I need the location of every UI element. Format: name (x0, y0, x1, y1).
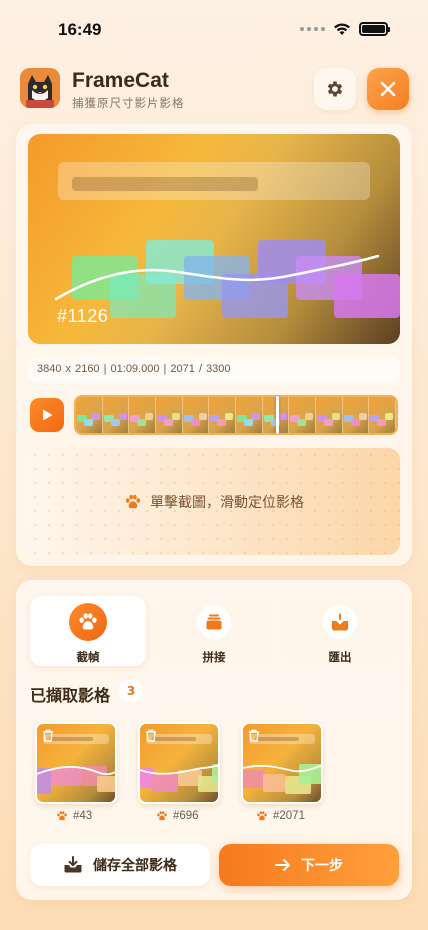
tool-label: 匯出 (328, 650, 352, 664)
captured-frame-thumb[interactable] (35, 722, 117, 804)
filmstrip-block (225, 413, 234, 420)
save-all-label: 儲存全部影格 (93, 858, 177, 874)
filmstrip-block (358, 413, 367, 420)
paw-icon (125, 494, 141, 508)
battery-icon (359, 22, 390, 36)
filmstrip-block (110, 419, 120, 426)
settings-button[interactable] (314, 68, 356, 110)
app-title: FrameCat (72, 69, 169, 92)
play-button[interactable] (30, 398, 64, 432)
paw-icon (57, 811, 67, 821)
next-step-label: 下一步 (301, 858, 343, 874)
signal-icon (300, 27, 325, 31)
captured-frame-thumb[interactable] (241, 722, 323, 804)
filmstrip-block (84, 419, 93, 426)
filmstrip-frame (236, 397, 263, 433)
arrow-right-icon (275, 859, 290, 871)
close-button[interactable] (367, 68, 409, 110)
filmstrip-block (198, 413, 207, 420)
paw-icon (157, 811, 167, 821)
captured-count-badge: 3 (119, 680, 143, 702)
filmstrip-block (172, 413, 181, 420)
gear-icon (327, 81, 343, 97)
frame-number: #43 (73, 810, 93, 822)
play-icon (43, 409, 53, 421)
next-step-button[interactable]: 下一步 (219, 844, 399, 886)
captured-frame-thumb[interactable] (138, 722, 220, 804)
filmstrip-block (278, 413, 287, 420)
captured-frame-label: #43 (56, 810, 92, 822)
filmstrip-frame (342, 397, 370, 433)
captured-frames-title: 已擷取影格 (30, 686, 111, 705)
video-meta-info: 3840 x 2160 | 01:09.000 | 2071 / 3300 (28, 357, 400, 383)
tool-export[interactable]: 匯出 (282, 596, 398, 666)
close-icon (380, 81, 396, 97)
filmstrip-frame (369, 397, 396, 433)
app-logo-cat-icon (20, 68, 60, 108)
tap-hint-text: 單擊截圖，滑動定位影格 (150, 494, 304, 511)
filmstrip-block (190, 419, 200, 426)
status-bar: 16:49 (0, 0, 428, 56)
app-subtitle: 捕獲原尺寸影片影格 (72, 96, 185, 110)
frame-number-label: #1126 (57, 306, 109, 326)
frame-number: #696 (173, 810, 199, 822)
tool-label: 截幀 (76, 650, 100, 664)
filmstrip-frame (102, 397, 130, 433)
captured-frame-label: #2071 (256, 810, 305, 822)
export-icon (323, 605, 357, 639)
captured-frame-label: #696 (156, 810, 199, 822)
thumb-waveform (140, 764, 218, 775)
filmstrip-block (164, 419, 174, 426)
tool-capture-frame[interactable]: 截幀 (30, 596, 146, 666)
filmstrip-frame (76, 397, 103, 433)
status-icons (300, 22, 390, 36)
filmstrip-block (385, 413, 394, 420)
wifi-icon (334, 23, 350, 35)
frame-number: #2071 (273, 810, 305, 822)
save-all-frames-button[interactable]: 儲存全部影格 (30, 844, 210, 886)
filmstrip-block (217, 419, 227, 426)
filmstrip-block (137, 419, 147, 426)
app-header: FrameCat 捕獲原尺寸影片影格 (20, 68, 410, 112)
thumb-waveform (243, 764, 321, 773)
filmstrip-block (324, 419, 334, 426)
thumb-waveform (37, 766, 115, 776)
paw-icon (257, 811, 267, 821)
filmstrip-block (92, 413, 100, 420)
filmstrip-frame (289, 397, 317, 433)
filmstrip-frame (316, 397, 343, 433)
filmstrip-block (350, 419, 360, 426)
filmstrip-block (118, 413, 127, 420)
filmstrip-frame (129, 397, 157, 433)
filmstrip-frame (156, 397, 183, 433)
filmstrip-block (377, 419, 387, 426)
filmstrip-block (332, 413, 341, 420)
filmstrip-block (145, 413, 154, 420)
paw-icon (69, 603, 107, 641)
stack-icon (197, 605, 231, 639)
filmstrip-frame (182, 397, 210, 433)
download-tray-icon (64, 856, 82, 873)
timeline-playhead[interactable] (276, 396, 279, 434)
tool-label: 拼接 (202, 650, 226, 664)
filmstrip-block (244, 419, 254, 426)
filmstrip-frame (209, 397, 237, 433)
status-time: 16:49 (58, 20, 102, 39)
capture-tap-zone[interactable]: 單擊截圖，滑動定位影格 (28, 448, 400, 555)
tool-stitch[interactable]: 拼接 (156, 596, 272, 666)
timeline-filmstrip[interactable] (74, 395, 398, 435)
filmstrip-block (305, 413, 314, 420)
filmstrip-block (252, 413, 261, 420)
filmstrip-block (297, 419, 307, 426)
